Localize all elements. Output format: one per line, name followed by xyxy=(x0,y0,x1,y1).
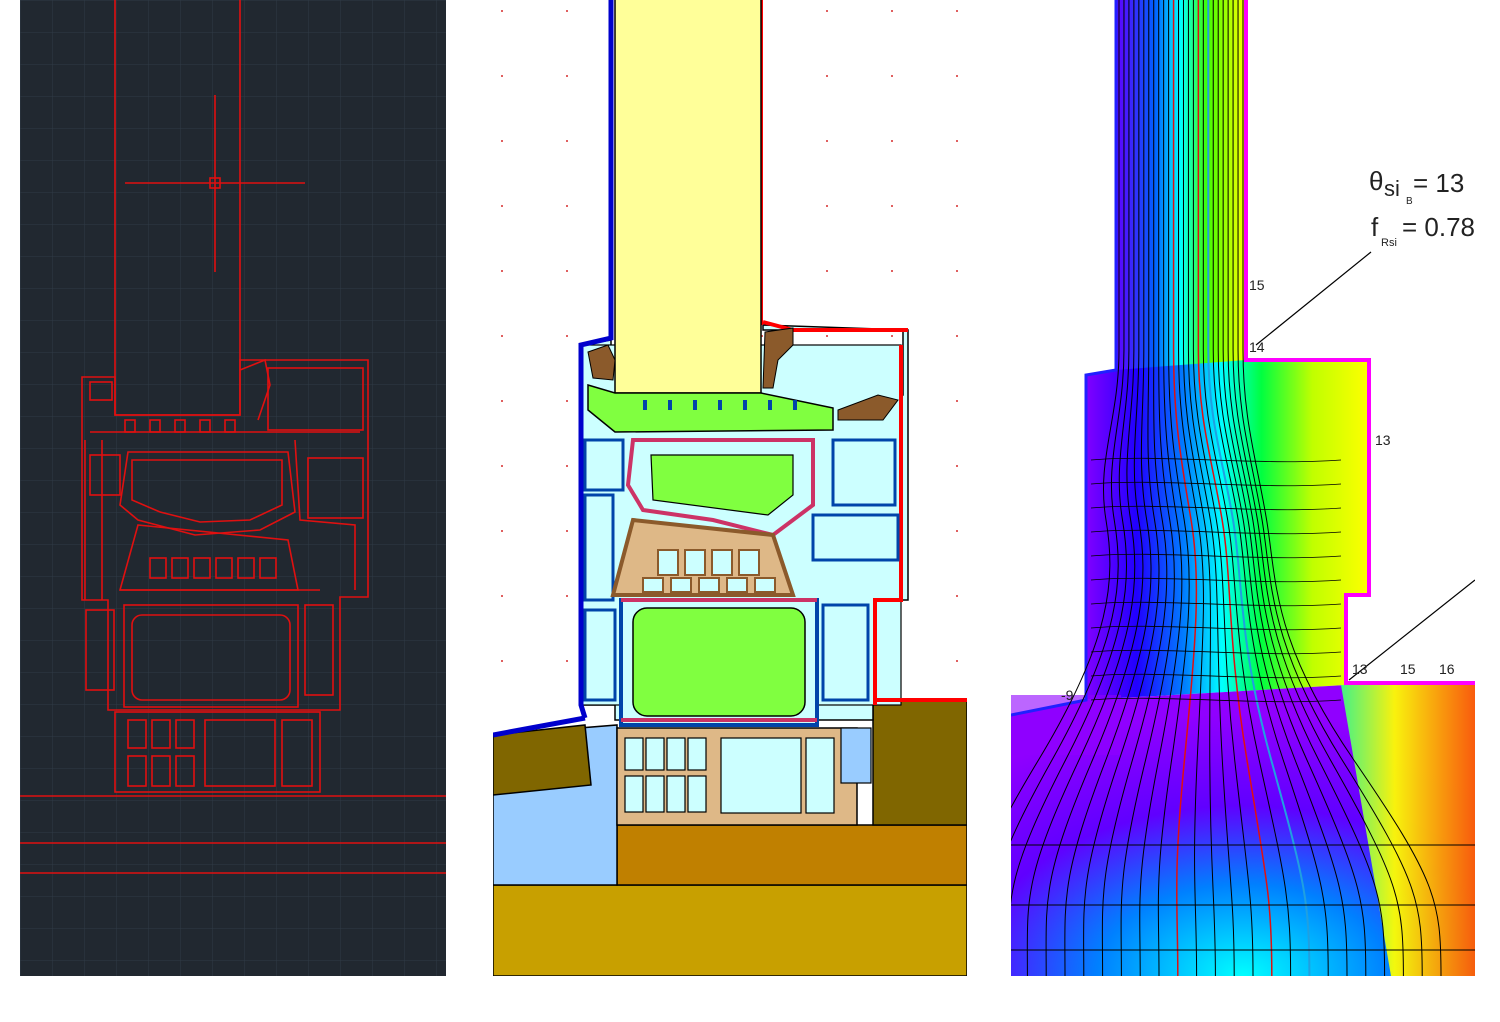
isotherm-label: 13 xyxy=(1375,432,1391,448)
theta-si-annotation: θ si B = 13 xyxy=(1369,166,1464,207)
theta-subsubscript: B xyxy=(1406,196,1413,207)
interior-wall xyxy=(872,699,967,826)
lower-insulation xyxy=(632,607,806,717)
frsi-annotation: f Rsi = 0.78 xyxy=(1371,212,1475,249)
f-symbol: f xyxy=(1371,212,1379,242)
isotherm-label: 15 xyxy=(1400,661,1416,677)
cad-drawing xyxy=(20,0,446,976)
isotherm-label: -9 xyxy=(1061,687,1074,703)
exterior-sill xyxy=(493,724,592,796)
screed xyxy=(616,824,967,886)
materials-drawing xyxy=(493,0,967,976)
isotherm-label: 13 xyxy=(1352,661,1368,677)
cad-panel xyxy=(20,0,446,976)
f-value: = 0.78 xyxy=(1402,212,1475,242)
materials-panel xyxy=(493,0,967,976)
f-subscript: Rsi xyxy=(1381,237,1397,249)
glass-pane xyxy=(614,0,762,394)
isotherm-label: 14 xyxy=(1249,339,1265,355)
theta-symbol: θ xyxy=(1369,166,1383,196)
thermal-drawing: 15 14 13 -9 13 15 16 θ si B = 13 f Rsi =… xyxy=(1011,0,1475,976)
isotherm-label: 15 xyxy=(1249,277,1265,293)
theta-subscript: si xyxy=(1384,176,1400,201)
isotherm-label: 16 xyxy=(1439,661,1455,677)
thermal-panel: 15 14 13 -9 13 15 16 θ si B = 13 f Rsi =… xyxy=(1011,0,1475,976)
theta-value: = 13 xyxy=(1413,168,1464,198)
floor-slab xyxy=(493,884,967,976)
